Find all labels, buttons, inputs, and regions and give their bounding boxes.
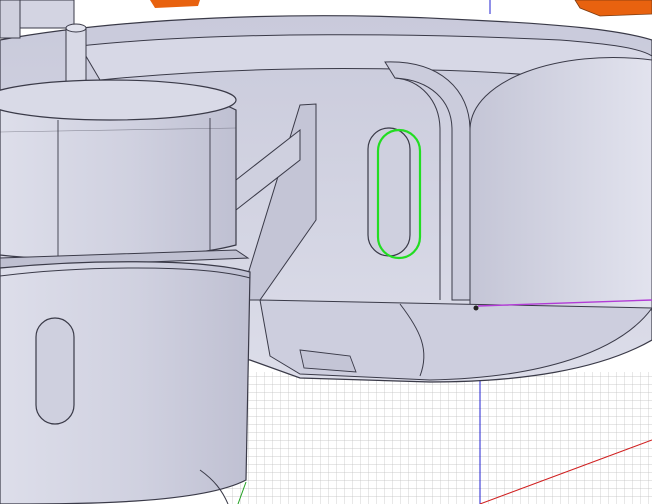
3d-scene[interactable] <box>0 0 652 504</box>
accent-part <box>150 0 652 17</box>
cad-viewport[interactable] <box>0 0 652 504</box>
cylinder-slot[interactable] <box>35 317 75 425</box>
lower-cylinder[interactable] <box>0 261 251 504</box>
upper-cylinder[interactable] <box>0 79 250 269</box>
